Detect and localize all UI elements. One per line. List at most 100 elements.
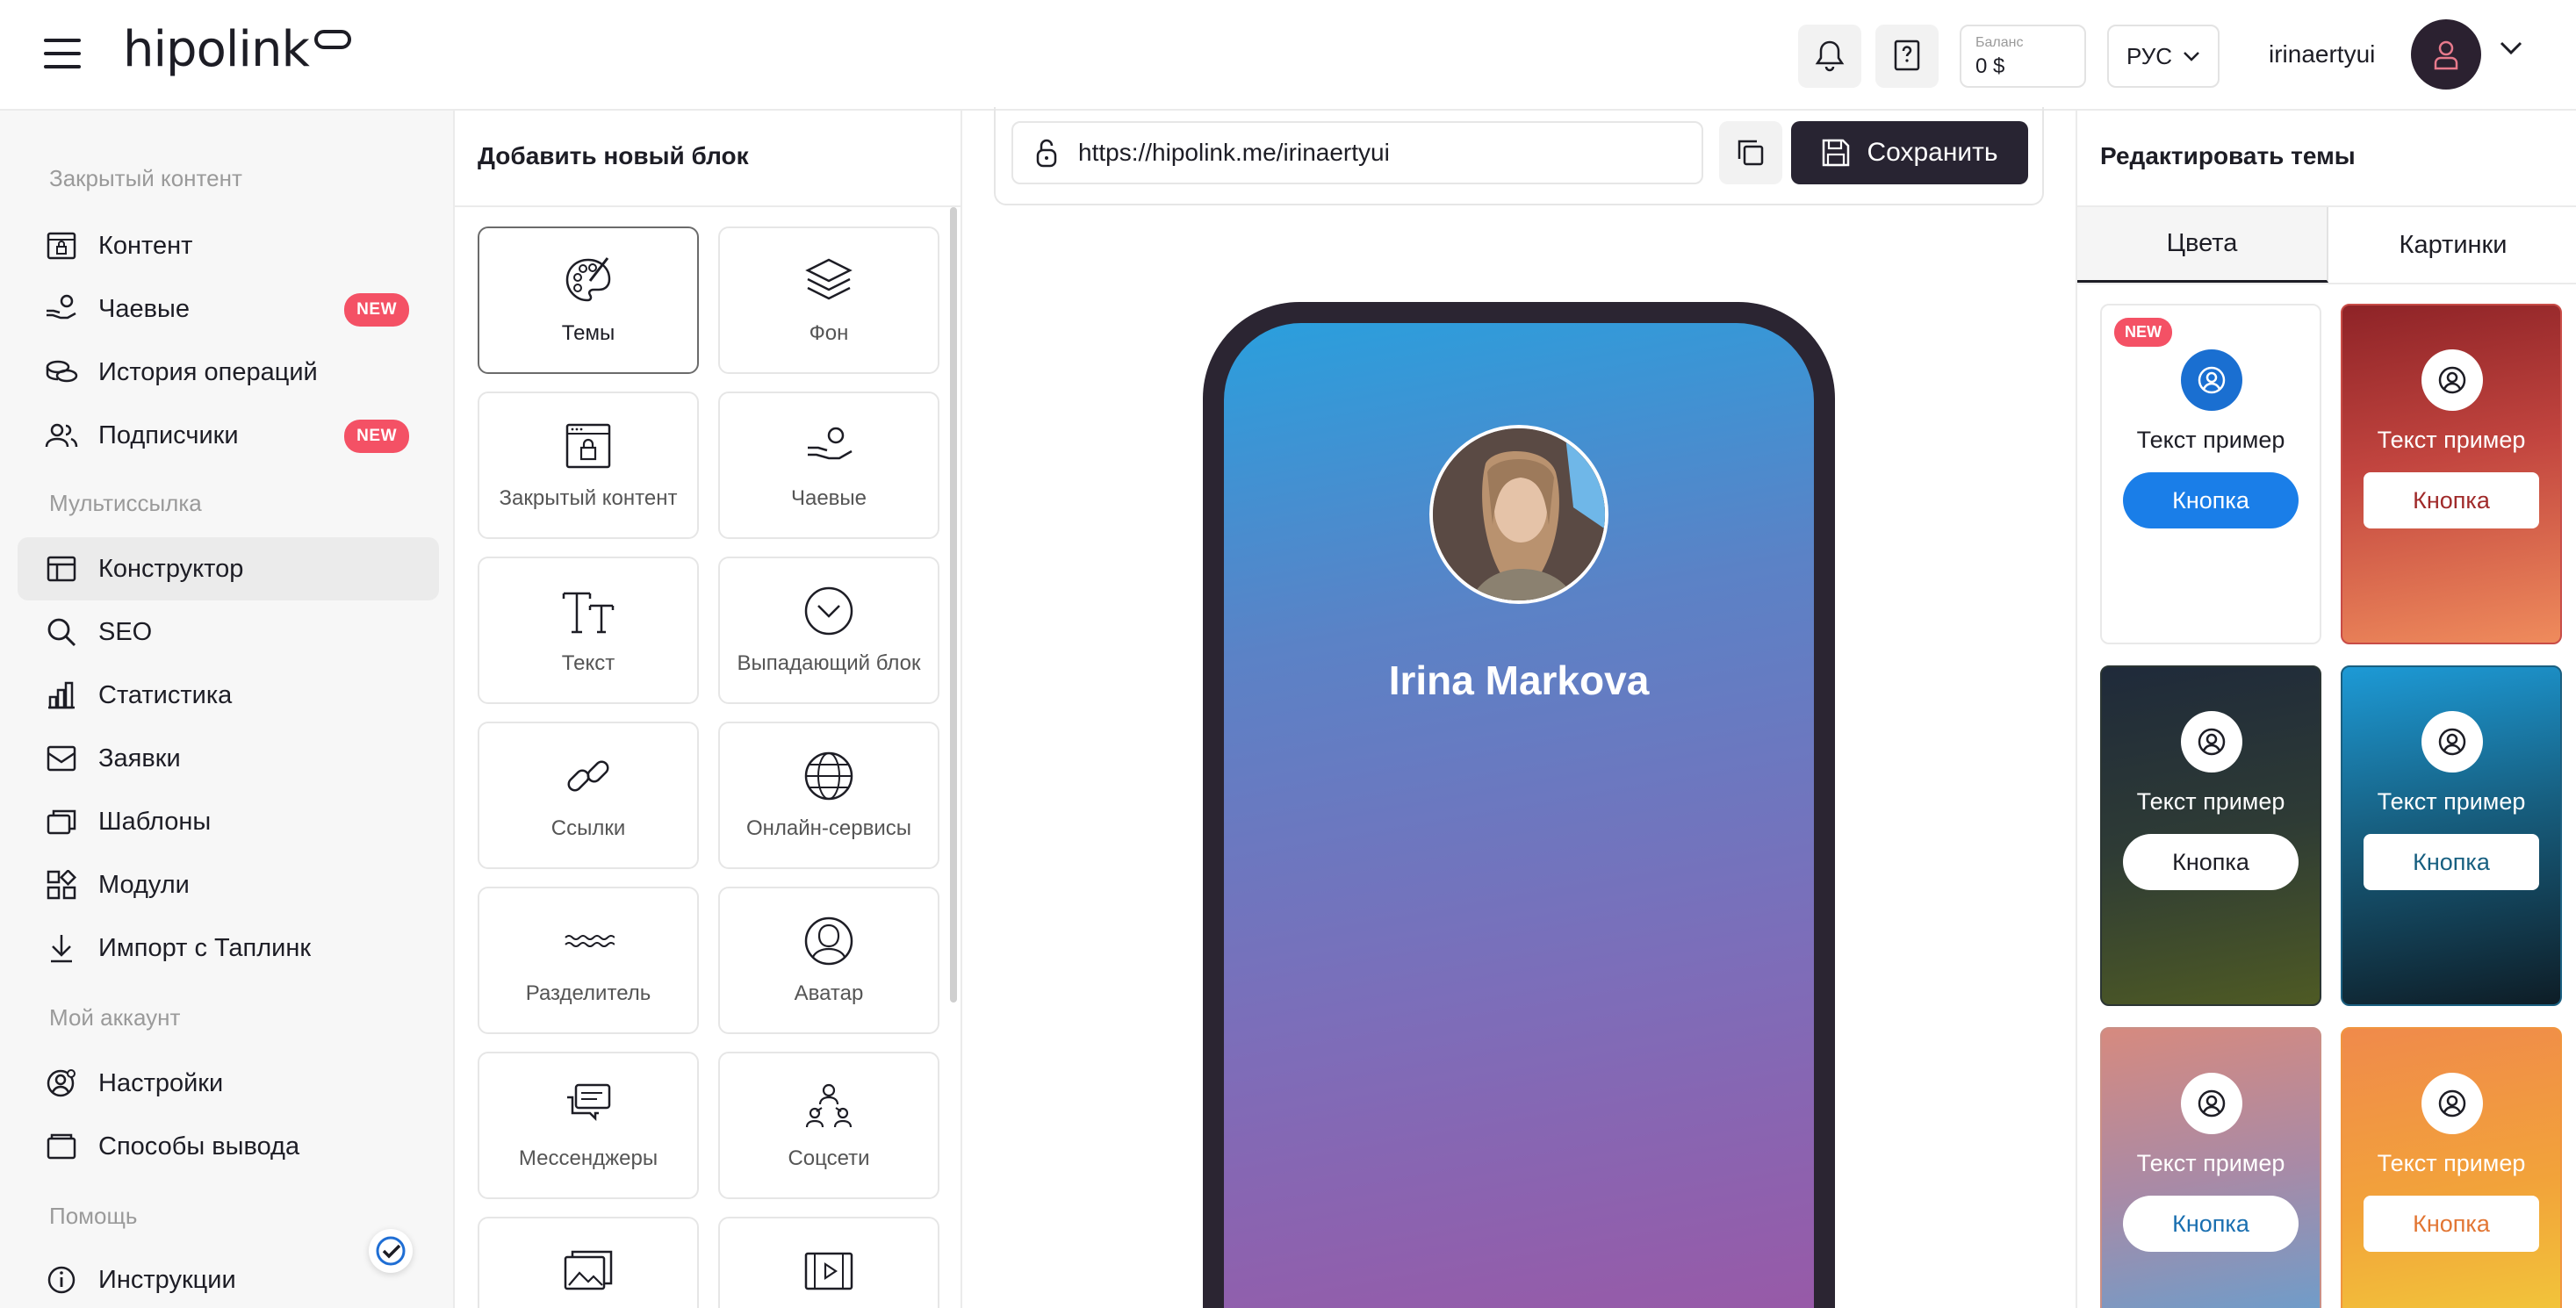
language-select[interactable]: РУС — [2107, 25, 2220, 88]
block-label: Закрытый контент — [499, 486, 678, 510]
sidebar-item-import[interactable]: Импорт с Таплинк — [18, 916, 439, 980]
theme-card-ocean[interactable]: Текст пример Кнопка — [2341, 665, 2562, 1006]
theme-sample-text: Текст пример — [2136, 427, 2285, 453]
themes-panel: Редактировать темы Цвета Картинки NEW Те… — [2076, 111, 2576, 1308]
theme-sample-text: Текст пример — [2377, 1150, 2526, 1176]
save-label: Сохранить — [1867, 138, 1998, 167]
tab-colors[interactable]: Цвета — [2077, 207, 2328, 283]
help-button[interactable] — [1875, 25, 1939, 88]
block-label: Текст — [561, 651, 615, 675]
save-button[interactable]: Сохранить — [1791, 121, 2028, 184]
sidebar-item-templates[interactable]: Шаблоны — [18, 790, 439, 853]
sidebar-item-history[interactable]: История операций — [18, 341, 439, 404]
theme-card-sunset[interactable]: Текст пример Кнопка — [2341, 1027, 2562, 1308]
profile-photo-image — [1433, 428, 1605, 600]
chat-icon — [560, 1078, 616, 1134]
block-gallery[interactable] — [478, 1217, 699, 1308]
copy-url-button[interactable] — [1719, 121, 1782, 184]
profile-photo[interactable] — [1429, 425, 1608, 604]
block-social[interactable]: Соцсети — [718, 1052, 939, 1199]
block-tips[interactable]: Чаевые — [718, 392, 939, 539]
sidebar-item-requests[interactable]: Заявки — [18, 727, 439, 790]
palette-icon — [560, 253, 616, 309]
sidebar-item-label: SEO — [98, 617, 153, 646]
sidebar-item-seo[interactable]: SEO — [18, 600, 439, 664]
block-themes[interactable]: Темы — [478, 226, 699, 374]
wave-divider-icon — [560, 913, 616, 969]
sidebar-item-statistics[interactable]: Статистика — [18, 664, 439, 727]
tips-hand-icon — [44, 291, 79, 327]
block-divider[interactable]: Разделитель — [478, 887, 699, 1034]
theme-sample-button: Кнопка — [2123, 472, 2299, 528]
block-label: Мессенджеры — [518, 1146, 658, 1170]
block-dropdown[interactable]: Выпадающий блок — [718, 557, 939, 704]
help-book-icon — [1894, 40, 1920, 71]
theme-sample-text: Текст пример — [2136, 788, 2285, 815]
notifications-button[interactable] — [1798, 25, 1861, 88]
sidebar-item-label: Чаевые — [98, 294, 190, 323]
account-chevron-down-icon[interactable] — [2499, 40, 2523, 56]
inbox-icon — [44, 741, 79, 776]
balance-box[interactable]: Баланс 0 $ — [1960, 25, 2086, 88]
verified-check-icon[interactable] — [369, 1229, 413, 1273]
theme-sample-button: Кнопка — [2123, 834, 2299, 890]
download-icon — [44, 931, 79, 966]
sidebar-item-label: Шаблоны — [98, 807, 212, 836]
block-video[interactable] — [718, 1217, 939, 1308]
users-icon — [44, 418, 79, 453]
sidebar-item-tips[interactable]: Чаевые NEW — [18, 277, 439, 341]
block-text[interactable]: Текст — [478, 557, 699, 704]
section-title-help: Помощь — [49, 1203, 138, 1229]
logo[interactable]: hipolink — [123, 21, 351, 78]
section-title-private-content: Закрытый контент — [49, 165, 242, 191]
theme-card-dark-olive[interactable]: Текст пример Кнопка — [2100, 665, 2321, 1006]
sidebar-item-label: Заявки — [98, 744, 181, 773]
theme-card-red[interactable]: Текст пример Кнопка — [2341, 304, 2562, 644]
block-private-content[interactable]: Закрытый контент — [478, 392, 699, 539]
block-online-services[interactable]: Онлайн-сервисы — [718, 722, 939, 869]
sidebar-item-content[interactable]: Контент — [18, 214, 439, 277]
language-value: РУС — [2126, 42, 2173, 69]
sidebar-item-label: Контент — [98, 231, 193, 260]
page-url-field[interactable]: https://hipolink.me/irinaertyui — [1011, 121, 1703, 184]
wallet-icon — [44, 1129, 79, 1164]
username[interactable]: irinaertyui — [2269, 40, 2375, 68]
theme-card-white[interactable]: NEW Текст пример Кнопка — [2100, 304, 2321, 644]
sidebar-item-modules[interactable]: Модули — [18, 853, 439, 916]
theme-sample-button: Кнопка — [2364, 472, 2539, 528]
block-avatar[interactable]: Аватар — [718, 887, 939, 1034]
bar-chart-icon — [44, 678, 79, 713]
lock-window-icon — [560, 418, 616, 474]
templates-icon — [44, 804, 79, 839]
user-circle-icon — [2181, 1073, 2242, 1134]
sidebar-item-settings[interactable]: Настройки — [18, 1052, 439, 1115]
sidebar-item-withdrawal[interactable]: Способы вывода — [18, 1115, 439, 1178]
menu-icon[interactable] — [44, 39, 81, 70]
block-label: Темы — [561, 321, 615, 345]
new-badge: NEW — [2114, 318, 2172, 347]
block-messengers[interactable]: Мессенджеры — [478, 1052, 699, 1199]
user-avatar[interactable] — [2411, 19, 2481, 90]
social-people-icon — [801, 1078, 857, 1134]
tips-hand-icon — [801, 418, 857, 474]
blocks-scrollbar[interactable] — [950, 207, 957, 1003]
sidebar-item-subscribers[interactable]: Подписчики NEW — [18, 404, 439, 467]
block-label: Соцсети — [788, 1146, 870, 1170]
theme-card-pastel[interactable]: Текст пример Кнопка — [2100, 1027, 2321, 1308]
theme-sample-text: Текст пример — [2377, 788, 2526, 815]
lock-window-icon — [44, 228, 79, 263]
block-label: Выпадающий блок — [737, 651, 921, 675]
page-url-text: https://hipolink.me/irinaertyui — [1078, 139, 1390, 166]
block-links[interactable]: Ссылки — [478, 722, 699, 869]
add-block-title: Добавить новый блок — [478, 142, 749, 169]
block-background[interactable]: Фон — [718, 226, 939, 374]
modules-icon — [44, 867, 79, 902]
balance-value: 0 $ — [1975, 54, 2005, 78]
sidebar: Закрытый контент Контент Чаевые NEW Исто… — [0, 111, 455, 1308]
sidebar-item-constructor[interactable]: Конструктор — [18, 537, 439, 600]
profile-name: Irina Markova — [1388, 658, 1650, 703]
page-preview: https://hipolink.me/irinaertyui Сохранит… — [962, 107, 2076, 1308]
video-icon — [801, 1243, 857, 1299]
save-icon — [1823, 139, 1850, 167]
tab-images[interactable]: Картинки — [2328, 207, 2576, 283]
